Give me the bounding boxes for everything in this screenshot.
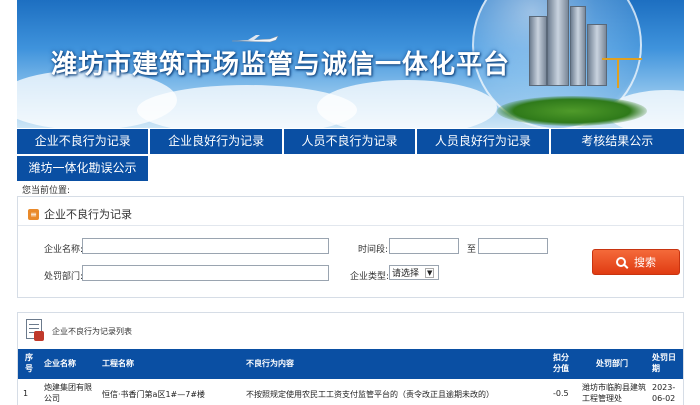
col-company: 企业名称: [44, 359, 76, 368]
company-type-selected: 请选择: [392, 269, 420, 279]
cell-seq: 1: [23, 389, 29, 398]
page-title: 潍坊市建筑市场监管与诚信一体化平台: [51, 50, 511, 80]
results-panel: 企业不良行为记录列表 序号 企业名称 工程名称 不良行为内容 扣分分值 处罚部门…: [17, 312, 684, 405]
search-panel-header: ≡ 企业不良行为记录: [28, 206, 132, 222]
search-panel-title: 企业不良行为记录: [44, 208, 132, 221]
nav-errata-notice[interactable]: 潍坊一体化勘误公示: [17, 156, 148, 181]
document-icon: [24, 319, 46, 343]
col-content: 不良行为内容: [246, 359, 294, 368]
table-header: 序号 企业名称 工程名称 不良行为内容 扣分分值 处罚部门 处罚日期: [18, 349, 683, 379]
company-type-select[interactable]: 请选择 ▼: [389, 265, 439, 280]
col-date: 处罚日期: [652, 353, 676, 373]
cell-score: -0.5: [553, 389, 569, 398]
cell-date: 2023-06-02: [652, 383, 676, 403]
col-seq: 序号: [25, 353, 33, 373]
header-banner: 潍坊市建筑市场监管与诚信一体化平台: [17, 0, 684, 128]
search-button[interactable]: 搜索: [592, 249, 680, 275]
company-type-label: 企业类型:: [350, 272, 390, 282]
main-nav: 企业不良行为记录 企业良好行为记录 人员不良行为记录 人员良好行为记录 考核结果…: [17, 129, 684, 181]
list-icon: ≡: [28, 208, 39, 220]
nav-assessment-results[interactable]: 考核结果公示: [550, 129, 684, 154]
cell-dept: 潍坊市临朐县建筑工程管理处: [582, 383, 646, 403]
results-title: 企业不良行为记录列表: [52, 326, 132, 336]
col-project: 工程名称: [102, 359, 134, 368]
penalty-dept-label: 处罚部门:: [44, 272, 84, 282]
cell-content: 不按照规定使用农民工工资支付监管平台的（责令改正且逾期未改的）: [246, 390, 494, 399]
breadcrumb: 您当前位置:: [22, 186, 71, 196]
start-date-input[interactable]: [389, 238, 459, 254]
time-range-label: 时间段:: [358, 245, 389, 255]
nav-corp-good-records[interactable]: 企业良好行为记录: [150, 129, 284, 154]
company-name-input[interactable]: [82, 238, 329, 254]
nav-corp-bad-records[interactable]: 企业不良行为记录: [17, 129, 151, 154]
search-icon: [616, 257, 626, 267]
end-date-input[interactable]: [478, 238, 548, 254]
search-panel: ≡ 企业不良行为记录 企业名称: 时间段: 至 处罚部门: 企业类型: 请选择 …: [17, 196, 684, 298]
col-score: 扣分分值: [553, 353, 569, 373]
results-header: 企业不良行为记录列表: [24, 319, 132, 343]
chevron-down-icon: ▼: [425, 267, 435, 278]
search-button-label: 搜索: [634, 256, 656, 269]
divider: [18, 225, 683, 226]
company-name-label: 企业名称:: [44, 245, 84, 255]
cell-company: 炮建集团有限公司: [44, 383, 92, 403]
penalty-dept-input[interactable]: [82, 265, 329, 281]
col-dept: 处罚部门: [596, 359, 628, 368]
nav-person-good-records[interactable]: 人员良好行为记录: [417, 129, 551, 154]
time-range-separator: 至: [467, 245, 477, 255]
nav-person-bad-records[interactable]: 人员不良行为记录: [283, 129, 418, 154]
table-row[interactable]: 1 炮建集团有限公司 恒信·书香门第a区1#—7#楼 不按照规定使用农民工工资支…: [18, 379, 683, 405]
cell-project: 恒信·书香门第a区1#—7#楼: [102, 390, 206, 399]
